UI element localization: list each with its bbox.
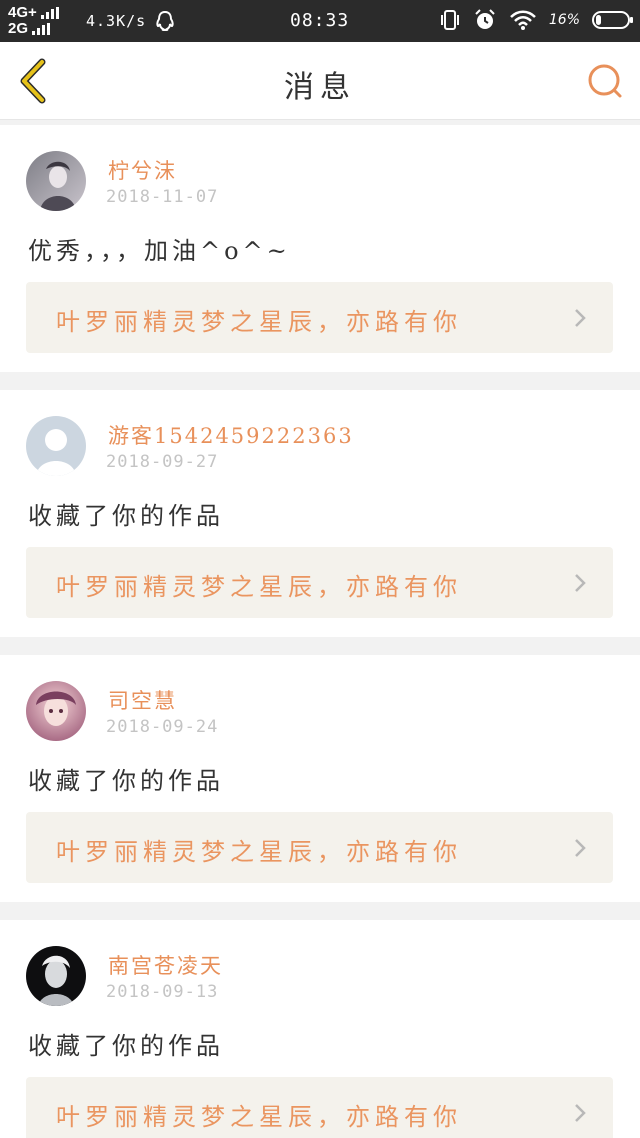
message-text: 收藏了你的作品	[28, 502, 224, 530]
notification-card: 游客1542459222363 2018-09-27 收藏了你的作品 叶罗丽精灵…	[0, 390, 640, 637]
date: 2018-09-24	[106, 717, 219, 737]
date: 2018-09-27	[106, 452, 219, 472]
avatar[interactable]	[26, 151, 86, 211]
network-type-top: 4G+	[8, 4, 37, 21]
avatar[interactable]	[26, 681, 86, 741]
work-link[interactable]: 叶罗丽精灵梦之星辰，亦路有你	[26, 547, 613, 618]
chevron-right-icon	[575, 309, 586, 327]
notification-card: 柠兮沫 2018-11-07 优秀，，，加油^o^~ 叶罗丽精灵梦之星辰，亦路有…	[0, 125, 640, 372]
message-text: 收藏了你的作品	[28, 767, 224, 795]
notification-card: 司空慧 2018-09-24 收藏了你的作品 叶罗丽精灵梦之星辰，亦路有你	[0, 655, 640, 902]
date: 2018-09-13	[106, 982, 219, 1002]
message-text: 收藏了你的作品	[28, 1032, 224, 1060]
work-title: 叶罗丽精灵梦之星辰，亦路有你	[56, 838, 462, 866]
username[interactable]: 游客1542459222363	[108, 420, 354, 450]
wifi-icon	[509, 10, 536, 30]
notification-card: 南宫苍凌天 2018-09-13 收藏了你的作品 叶罗丽精灵梦之星辰，亦路有你	[0, 920, 640, 1138]
page-title: 消息	[284, 70, 356, 105]
work-title: 叶罗丽精灵梦之星辰，亦路有你	[56, 308, 462, 336]
work-link[interactable]: 叶罗丽精灵梦之星辰，亦路有你	[26, 282, 613, 353]
alarm-icon	[475, 9, 495, 29]
battery-icon	[592, 11, 633, 29]
work-link[interactable]: 叶罗丽精灵梦之星辰，亦路有你	[26, 812, 613, 883]
avatar[interactable]	[26, 946, 86, 1006]
work-title: 叶罗丽精灵梦之星辰，亦路有你	[56, 573, 462, 601]
notification-list: 柠兮沫 2018-11-07 优秀，，，加油^o^~ 叶罗丽精灵梦之星辰，亦路有…	[0, 125, 640, 1138]
avatar[interactable]	[26, 416, 86, 476]
battery-percent: 16%	[548, 12, 580, 28]
vibrate-icon	[440, 10, 459, 30]
username[interactable]: 柠兮沫	[108, 155, 177, 185]
network-type-bottom: 2G	[8, 20, 29, 37]
chevron-right-icon	[575, 574, 586, 592]
signal-bars-icon	[40, 7, 59, 19]
date: 2018-11-07	[106, 187, 219, 207]
search-icon[interactable]	[586, 62, 624, 100]
chevron-right-icon	[575, 1104, 586, 1122]
username[interactable]: 司空慧	[108, 685, 177, 715]
qq-icon	[156, 10, 174, 32]
message-text: 优秀，，，加油^o^~	[28, 237, 291, 265]
chevron-right-icon	[575, 839, 586, 857]
status-bar: 4G+ 2G 4.3K/s 08:33 16%	[0, 0, 640, 42]
signal-indicator: 4G+ 2G	[0, 5, 80, 37]
signal-bars-icon	[32, 23, 51, 35]
work-link[interactable]: 叶罗丽精灵梦之星辰，亦路有你	[26, 1077, 613, 1138]
network-speed: 4.3K/s	[86, 12, 147, 30]
clock: 08:33	[290, 10, 350, 31]
work-title: 叶罗丽精灵梦之星辰，亦路有你	[56, 1103, 462, 1131]
app-header: 消息	[0, 42, 640, 120]
username[interactable]: 南宫苍凌天	[108, 950, 223, 980]
